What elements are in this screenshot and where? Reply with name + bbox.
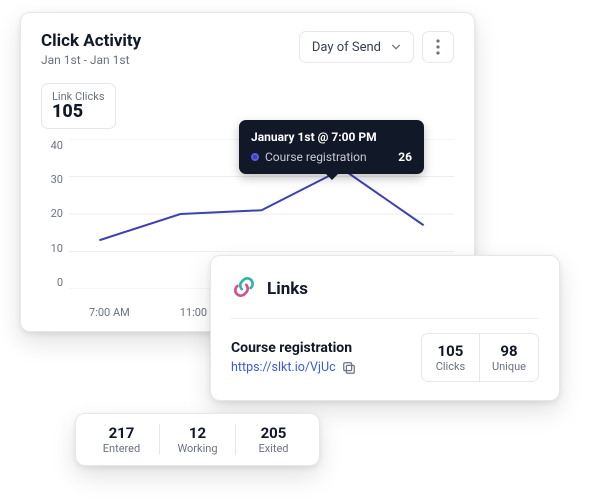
chart-series-line [99, 169, 423, 240]
dropdown-label: Day of Send [312, 40, 381, 55]
link-url-row: https://slkt.io/VjUc [231, 360, 356, 375]
links-title: Links [267, 279, 308, 299]
y-tick: 0 [41, 276, 63, 289]
links-icon [231, 274, 257, 304]
y-axis: 40 30 20 10 0 [41, 139, 69, 289]
stat-clicks: 105 Clicks [421, 333, 479, 382]
stat-unique: 98 Unique [479, 333, 539, 382]
link-name: Course registration [231, 340, 356, 356]
title-block: Click Activity Jan 1st - Jan 1st [41, 31, 141, 67]
tooltip-value: 26 [398, 150, 412, 164]
copy-icon[interactable] [342, 361, 356, 375]
header-controls: Day of Send [299, 31, 454, 63]
metric-value: 105 [52, 103, 105, 122]
timeframe-dropdown[interactable]: Day of Send [299, 31, 414, 63]
stat-working-value: 12 [160, 424, 235, 442]
links-row: Course registration https://slkt.io/VjUc… [231, 318, 539, 382]
stat-exited-label: Exited [236, 442, 311, 455]
links-header: Links [231, 274, 539, 304]
y-tick: 10 [41, 242, 63, 255]
tooltip-dot-icon [251, 153, 259, 161]
tooltip-row: Course registration 26 [251, 150, 412, 164]
y-tick: 20 [41, 207, 63, 220]
stat-clicks-value: 105 [434, 342, 467, 360]
chevron-down-icon [391, 42, 401, 52]
link-url[interactable]: https://slkt.io/VjUc [231, 360, 336, 375]
kebab-icon [436, 39, 440, 55]
chart-tooltip: January 1st @ 7:00 PM Course registratio… [239, 120, 424, 174]
more-menu-button[interactable] [422, 31, 454, 63]
x-tick: 7:00 AM [89, 306, 130, 319]
engagement-stats-card: 217 Entered 12 Working 205 Exited [75, 413, 320, 466]
stat-exited-value: 205 [236, 424, 311, 442]
click-activity-title: Click Activity [41, 31, 141, 51]
y-tick: 40 [41, 139, 63, 152]
stat-clicks-label: Clicks [434, 360, 467, 373]
click-activity-daterange: Jan 1st - Jan 1st [41, 53, 141, 67]
stat-entered-label: Entered [84, 442, 159, 455]
stat-unique-value: 98 [492, 342, 526, 360]
tooltip-series: Course registration [251, 150, 367, 164]
stat-unique-label: Unique [492, 360, 526, 373]
stat-entered-value: 217 [84, 424, 159, 442]
y-tick: 30 [41, 173, 63, 186]
stat-working-label: Working [160, 442, 235, 455]
stat-entered: 217 Entered [84, 424, 159, 455]
links-card: Links Course registration https://slkt.i… [210, 255, 560, 401]
tooltip-title: January 1st @ 7:00 PM [251, 130, 412, 144]
tooltip-series-label: Course registration [265, 150, 367, 164]
click-activity-header: Click Activity Jan 1st - Jan 1st Day of … [41, 31, 454, 67]
link-stats: 105 Clicks 98 Unique [421, 333, 539, 382]
stat-exited: 205 Exited [235, 424, 311, 455]
link-clicks-metric[interactable]: Link Clicks 105 [41, 83, 116, 129]
link-info: Course registration https://slkt.io/VjUc [231, 340, 356, 375]
stat-working: 12 Working [159, 424, 235, 455]
engagement-stats-row: 217 Entered 12 Working 205 Exited [84, 424, 311, 455]
